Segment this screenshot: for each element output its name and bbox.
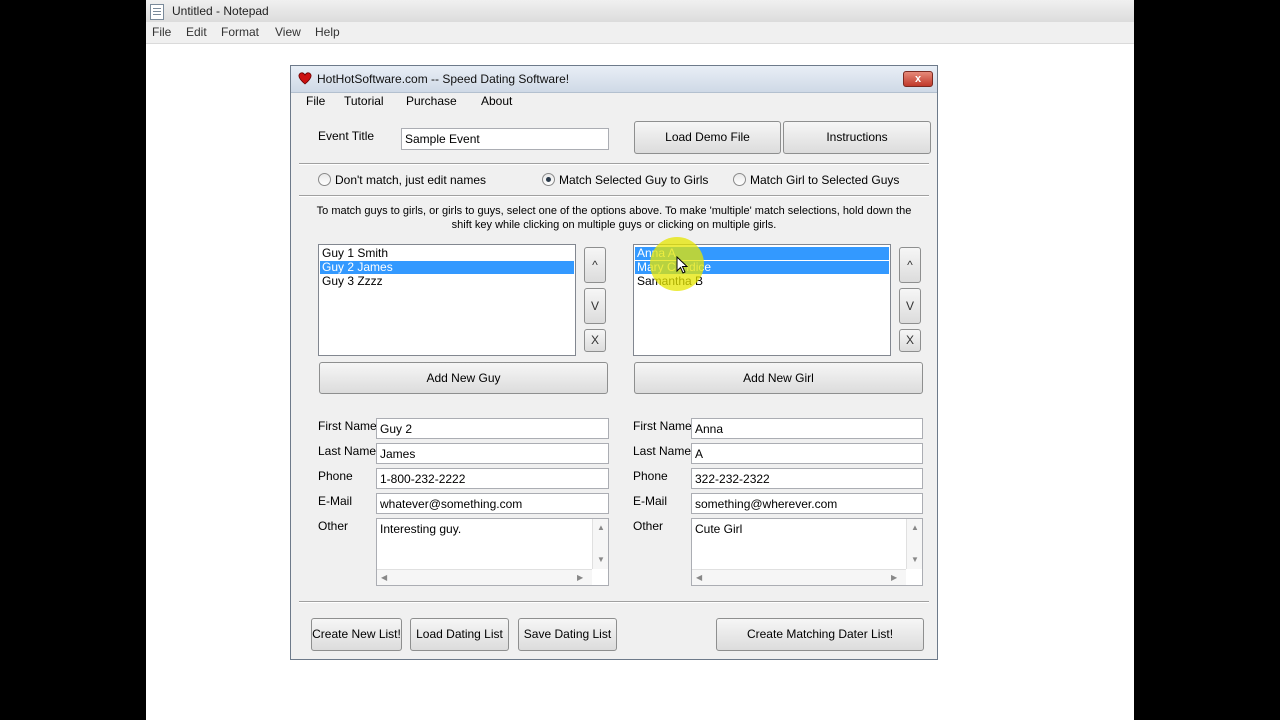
separator <box>299 195 929 197</box>
guy-list-item[interactable]: Guy 2 James <box>320 261 574 274</box>
guy-phone-input[interactable]: 1-800-232-2222 <box>376 468 609 489</box>
app-menu-bar: File Tutorial Purchase About <box>291 92 937 112</box>
app-title: HotHotSoftware.com -- Speed Dating Softw… <box>317 72 570 86</box>
girl-phone-input[interactable]: 322-232-2322 <box>691 468 923 489</box>
mouse-pointer-icon <box>676 256 688 274</box>
notepad-icon <box>150 4 164 20</box>
girl-first-name-label: First Name <box>633 419 692 433</box>
radio-match-guy-to-girls-label: Match Selected Guy to Girls <box>559 173 709 187</box>
girl-move-up-button[interactable]: ^ <box>899 247 921 283</box>
guys-list[interactable]: Guy 1 Smith Guy 2 James Guy 3 Zzzz <box>318 244 576 356</box>
radio-match-girl-to-guys-label: Match Girl to Selected Guys <box>750 173 900 187</box>
event-title-label: Event Title <box>318 129 375 143</box>
scroll-left-arrow-icon[interactable]: ◀ <box>381 573 387 582</box>
guy-list-item[interactable]: Guy 1 Smith <box>320 247 574 260</box>
notepad-menu-edit[interactable]: Edit <box>186 25 207 39</box>
vertical-scrollbar[interactable]: ▲ ▼ <box>906 519 922 569</box>
notepad-menu-format[interactable]: Format <box>221 25 259 39</box>
radio-dont-match-label: Don't match, just edit names <box>335 173 487 187</box>
create-matching-list-button[interactable]: Create Matching Dater List! <box>716 618 924 651</box>
guy-last-name-input[interactable]: James <box>376 443 609 464</box>
scroll-down-arrow-icon[interactable]: ▼ <box>911 555 919 564</box>
scroll-left-arrow-icon[interactable]: ◀ <box>696 573 702 582</box>
guy-move-down-button[interactable]: V <box>584 288 606 324</box>
girl-other-label: Other <box>633 519 664 533</box>
notepad-menu-bar: File Edit Format View Help <box>146 22 1134 44</box>
app-title-bar: HotHotSoftware.com -- Speed Dating Softw… <box>291 66 937 93</box>
scroll-up-arrow-icon[interactable]: ▲ <box>597 523 605 532</box>
girl-other-text: Cute Girl <box>695 522 743 536</box>
load-dating-list-button[interactable]: Load Dating List <box>410 618 509 651</box>
close-button[interactable]: x <box>903 71 933 87</box>
guy-phone-label: Phone <box>318 469 353 483</box>
guy-list-item[interactable]: Guy 3 Zzzz <box>320 275 574 288</box>
menu-file[interactable]: File <box>306 94 325 108</box>
radio-match-guy-to-girls-button[interactable] <box>542 173 555 186</box>
separator <box>299 601 929 603</box>
horizontal-scrollbar[interactable]: ◀ ▶ <box>692 569 906 585</box>
girl-delete-button[interactable]: X <box>899 329 921 352</box>
girl-email-input[interactable]: something@wherever.com <box>691 493 923 514</box>
guy-last-name-label: Last Name <box>318 444 377 458</box>
menu-purchase[interactable]: Purchase <box>406 94 457 108</box>
scroll-up-arrow-icon[interactable]: ▲ <box>911 523 919 532</box>
load-demo-button[interactable]: Load Demo File <box>634 121 781 154</box>
girl-first-name-input[interactable]: Anna <box>691 418 923 439</box>
instructions-line-1: To match guys to girls, or girls to guys… <box>316 205 912 217</box>
notepad-menu-view[interactable]: View <box>275 25 301 39</box>
girl-move-down-button[interactable]: V <box>899 288 921 324</box>
scroll-right-arrow-icon[interactable]: ▶ <box>891 573 897 582</box>
notepad-menu-help[interactable]: Help <box>315 25 340 39</box>
girl-email-label: E-Mail <box>633 494 668 508</box>
radio-dont-match[interactable]: Don't match, just edit names <box>318 173 486 187</box>
guy-other-textarea[interactable]: Interesting guy. ▲ ▼ ◀ ▶ <box>376 518 609 586</box>
girl-other-textarea[interactable]: Cute Girl ▲ ▼ ◀ ▶ <box>691 518 923 586</box>
horizontal-scrollbar[interactable]: ◀ ▶ <box>377 569 592 585</box>
scroll-right-arrow-icon[interactable]: ▶ <box>577 573 583 582</box>
guy-first-name-input[interactable]: Guy 2 <box>376 418 609 439</box>
vertical-scrollbar[interactable]: ▲ ▼ <box>592 519 608 569</box>
add-guy-button[interactable]: Add New Guy <box>319 362 608 394</box>
notepad-title: Untitled - Notepad <box>172 4 269 18</box>
heart-icon <box>298 72 312 85</box>
save-dating-list-button[interactable]: Save Dating List <box>518 618 617 651</box>
app-window: HotHotSoftware.com -- Speed Dating Softw… <box>290 65 938 660</box>
guy-first-name-label: First Name <box>318 419 377 433</box>
separator <box>299 163 929 165</box>
instructions-button[interactable]: Instructions <box>783 121 931 154</box>
girl-last-name-label: Last Name <box>633 444 692 458</box>
notepad-title-bar: Untitled - Notepad <box>146 0 1134 22</box>
menu-tutorial[interactable]: Tutorial <box>344 94 384 108</box>
guy-email-label: E-Mail <box>318 494 353 508</box>
guy-other-text: Interesting guy. <box>380 522 462 536</box>
event-title-input[interactable]: Sample Event <box>401 128 609 150</box>
menu-about[interactable]: About <box>481 94 512 108</box>
radio-match-girl-to-guys-button[interactable] <box>733 173 746 186</box>
guy-delete-button[interactable]: X <box>584 329 606 352</box>
guy-other-label: Other <box>318 519 349 533</box>
radio-match-guy-to-girls[interactable]: Match Selected Guy to Girls <box>542 173 708 187</box>
scroll-down-arrow-icon[interactable]: ▼ <box>597 555 605 564</box>
create-new-list-button[interactable]: Create New List! <box>311 618 402 651</box>
radio-dont-match-button[interactable] <box>318 173 331 186</box>
instructions-line-2: shift key while clicking on multiple guy… <box>451 219 777 231</box>
guy-move-up-button[interactable]: ^ <box>584 247 606 283</box>
girl-last-name-input[interactable]: A <box>691 443 923 464</box>
add-girl-button[interactable]: Add New Girl <box>634 362 923 394</box>
instructions-text: To match guys to girls, or girls to guys… <box>301 204 927 232</box>
radio-match-girl-to-guys[interactable]: Match Girl to Selected Guys <box>733 173 899 187</box>
notepad-menu-file[interactable]: File <box>152 25 171 39</box>
girl-phone-label: Phone <box>633 469 668 483</box>
guy-email-input[interactable]: whatever@something.com <box>376 493 609 514</box>
